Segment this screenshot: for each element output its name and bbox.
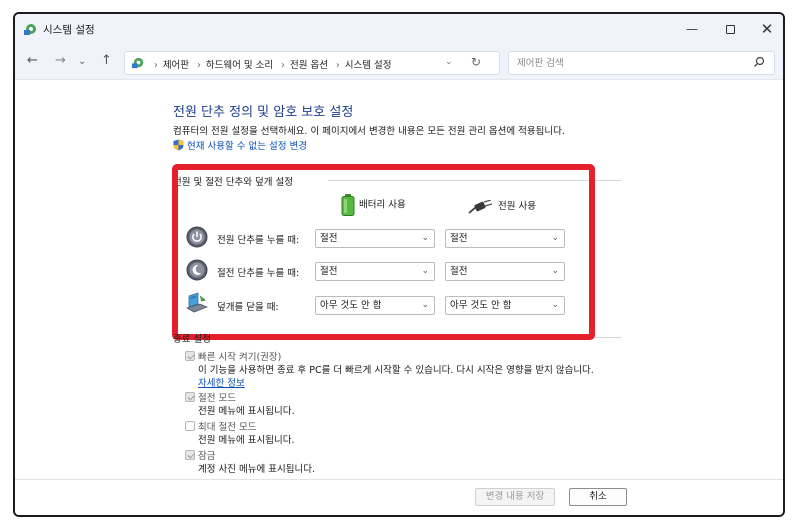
battery-column-label: 배터리 사용 bbox=[359, 199, 406, 211]
search-box[interactable] bbox=[508, 51, 775, 75]
save-changes-button[interactable]: 변경 내용 저장 bbox=[475, 488, 555, 506]
breadcrumb-separator: › bbox=[154, 60, 158, 71]
power-section-header: 전원 및 절전 단추와 덮개 설정 bbox=[173, 177, 293, 188]
control-panel-icon bbox=[131, 57, 144, 69]
page-title: 전원 단추 정의 및 암호 보호 설정 bbox=[173, 105, 354, 120]
cancel-button[interactable]: 취소 bbox=[569, 488, 627, 506]
section-divider bbox=[328, 180, 622, 181]
close-button[interactable]: ✕ bbox=[749, 17, 783, 41]
footer: 변경 내용 저장 취소 bbox=[15, 479, 783, 515]
battery-column-header: 배터리 사용 bbox=[341, 194, 406, 216]
breadcrumb: › 제어판 › 하드웨어 및 소리 › 전원 옵션 › 시스템 설정 bbox=[149, 57, 392, 71]
control-panel-icon bbox=[24, 24, 36, 35]
page-description: 컴퓨터의 전원 설정을 선택하세요. 이 페이지에서 변경한 내용은 모든 전원… bbox=[173, 126, 565, 137]
selected-value: 아무 것도 안 함 bbox=[450, 300, 512, 311]
sleep-button-icon bbox=[186, 259, 208, 281]
back-button[interactable]: ← bbox=[27, 53, 38, 68]
battery-icon bbox=[341, 194, 355, 216]
window-title: 시스템 설정 bbox=[43, 24, 95, 36]
recent-locations-button[interactable]: ⌄ bbox=[78, 56, 86, 67]
lid-close-plugged-select[interactable]: 아무 것도 안 함 ⌄ bbox=[445, 296, 565, 315]
learn-more-link[interactable]: 자세한 정보 bbox=[198, 375, 245, 389]
fast-startup-checkbox[interactable] bbox=[185, 351, 195, 361]
change-unavailable-settings-link[interactable]: 현재 사용할 수 없는 설정 변경 bbox=[173, 138, 307, 152]
minimize-button[interactable]: — bbox=[674, 17, 710, 41]
sleep-mode-option[interactable]: 절전 모드 bbox=[185, 390, 236, 404]
lock-option[interactable]: 잠금 bbox=[185, 448, 215, 462]
navigation-bar: ← → ⌄ ↑ › 제어판 › 하드웨어 및 소리 › 전원 옵션 › 시스템 설정 ⌄… bbox=[15, 44, 783, 80]
chevron-down-icon: ⌄ bbox=[551, 300, 559, 310]
address-dropdown-icon[interactable]: ⌄ bbox=[445, 57, 453, 67]
lock-checkbox[interactable] bbox=[185, 450, 195, 460]
power-plug-icon bbox=[468, 199, 493, 214]
breadcrumb-item[interactable]: 제어판 bbox=[163, 60, 189, 71]
chevron-down-icon: ⌄ bbox=[551, 233, 559, 243]
refresh-icon[interactable]: ↻ bbox=[471, 55, 481, 69]
breadcrumb-separator: › bbox=[335, 60, 340, 71]
laptop-lid-icon bbox=[186, 292, 208, 313]
main-content: 전원 단추 정의 및 암호 보호 설정 컴퓨터의 전원 설정을 선택하세요. 이… bbox=[15, 81, 783, 479]
sleep-mode-checkbox[interactable] bbox=[185, 392, 195, 402]
sleep-mode-description: 전원 메뉴에 표시됩니다. bbox=[198, 406, 295, 417]
chevron-down-icon: ⌄ bbox=[421, 266, 429, 276]
chevron-down-icon: ⌄ bbox=[551, 266, 559, 276]
hibernate-option[interactable]: 최대 절전 모드 bbox=[185, 419, 256, 433]
title-bar: 시스템 설정 — ✕ bbox=[15, 14, 783, 44]
chevron-down-icon: ⌄ bbox=[421, 233, 429, 243]
up-button[interactable]: ↑ bbox=[101, 53, 112, 68]
sleep-button-battery-select[interactable]: 절전 ⌄ bbox=[315, 262, 435, 281]
address-bar[interactable]: › 제어판 › 하드웨어 및 소리 › 전원 옵션 › 시스템 설정 ⌄ ↻ bbox=[124, 51, 500, 75]
lid-close-battery-select[interactable]: 아무 것도 안 함 ⌄ bbox=[315, 296, 435, 315]
breadcrumb-separator: › bbox=[197, 60, 201, 71]
hibernate-description: 전원 메뉴에 표시됩니다. bbox=[198, 435, 295, 446]
sleep-button-label: 절전 단추를 누를 때: bbox=[217, 268, 300, 279]
sleep-button-plugged-select[interactable]: 절전 ⌄ bbox=[445, 262, 565, 281]
power-button-plugged-select[interactable]: 절전 ⌄ bbox=[445, 229, 565, 248]
hibernate-checkbox[interactable] bbox=[185, 421, 195, 431]
search-icon[interactable] bbox=[753, 56, 765, 68]
selected-value: 절전 bbox=[320, 233, 338, 244]
forward-button[interactable]: → bbox=[55, 53, 66, 68]
plugged-in-column-label: 전원 사용 bbox=[498, 201, 536, 212]
fast-startup-description: 이 기능을 사용하면 종료 후 PC를 더 빠르게 시작할 수 있습니다. 다시… bbox=[198, 365, 594, 376]
fast-startup-option[interactable]: 빠른 시작 켜기(권장) bbox=[185, 349, 281, 363]
breadcrumb-item[interactable]: 시스템 설정 bbox=[345, 60, 392, 71]
selected-value: 절전 bbox=[450, 266, 468, 277]
link-text: 현재 사용할 수 없는 설정 변경 bbox=[187, 141, 307, 152]
breadcrumb-separator: › bbox=[281, 60, 285, 71]
chevron-down-icon: ⌄ bbox=[421, 300, 429, 310]
window: 시스템 설정 — ✕ ← → ⌄ ↑ › 제어판 › 하드웨어 및 소리 › 전원 옵… bbox=[13, 12, 785, 517]
plugged-in-column-header: 전원 사용 bbox=[468, 198, 536, 214]
power-button-icon bbox=[186, 226, 208, 248]
power-button-battery-select[interactable]: 절전 ⌄ bbox=[315, 229, 435, 248]
selected-value: 절전 bbox=[450, 233, 468, 244]
breadcrumb-item[interactable]: 전원 옵션 bbox=[290, 60, 328, 71]
breadcrumb-item[interactable]: 하드웨어 및 소리 bbox=[206, 60, 273, 71]
lock-description: 계정 사진 메뉴에 표시됩니다. bbox=[198, 464, 315, 475]
lid-close-label: 덮개를 닫을 때: bbox=[217, 302, 279, 313]
section-divider bbox=[595, 337, 622, 338]
shutdown-section-header: 종료 설정 bbox=[173, 334, 211, 345]
selected-value: 절전 bbox=[320, 266, 338, 277]
search-input[interactable] bbox=[517, 56, 737, 70]
selected-value: 아무 것도 안 함 bbox=[320, 300, 382, 311]
maximize-icon bbox=[725, 25, 735, 34]
uac-shield-icon bbox=[173, 139, 184, 151]
maximize-button[interactable] bbox=[712, 17, 748, 41]
power-button-label: 전원 단추를 누를 때: bbox=[217, 235, 300, 246]
